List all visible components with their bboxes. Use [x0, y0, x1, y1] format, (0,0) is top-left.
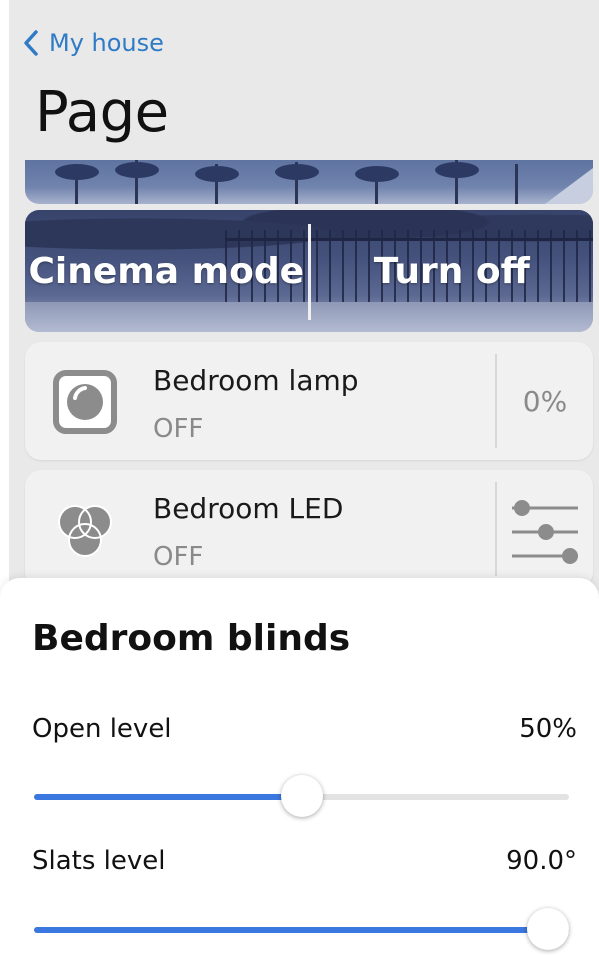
- sliders-button[interactable]: [497, 470, 593, 588]
- brightness-value[interactable]: 0%: [497, 342, 593, 460]
- slats-level-label: Slats level: [32, 846, 166, 876]
- open-level-label: Open level: [32, 714, 172, 744]
- blinds-bottom-sheet: Bedroom blinds Open level 50% Slats leve…: [0, 578, 599, 955]
- slider-fill: [34, 927, 569, 933]
- page-title: Page: [35, 80, 169, 145]
- device-card-bedroom-led[interactable]: Bedroom LED OFF: [25, 470, 593, 588]
- device-state: OFF: [153, 414, 204, 444]
- slider-fill: [34, 794, 302, 800]
- sheet-title: Bedroom blinds: [32, 618, 351, 659]
- back-button[interactable]: My house: [23, 26, 164, 60]
- scene-buttons: Cinema mode Turn off: [25, 210, 593, 332]
- open-level-value: 50%: [519, 714, 577, 744]
- lamp-icon: [53, 370, 117, 434]
- sliders-icon: [512, 500, 578, 564]
- banner-image: [25, 160, 593, 204]
- device-state: OFF: [153, 542, 204, 572]
- slats-level-value: 90.0°: [506, 846, 577, 876]
- device-name: Bedroom LED: [153, 492, 344, 525]
- chevron-left-icon: [24, 30, 38, 56]
- back-label: My house: [49, 29, 164, 57]
- slider-thumb[interactable]: [527, 908, 569, 950]
- slider-thumb[interactable]: [281, 775, 323, 817]
- device-card-bedroom-lamp[interactable]: Bedroom lamp OFF 0%: [25, 342, 593, 460]
- slats-level-slider[interactable]: [34, 908, 569, 950]
- cinema-mode-button[interactable]: Cinema mode: [25, 210, 308, 332]
- turn-off-button[interactable]: Turn off: [311, 210, 594, 332]
- device-name: Bedroom lamp: [153, 364, 359, 397]
- rgb-light-icon: [58, 505, 112, 557]
- open-level-slider[interactable]: [34, 775, 569, 817]
